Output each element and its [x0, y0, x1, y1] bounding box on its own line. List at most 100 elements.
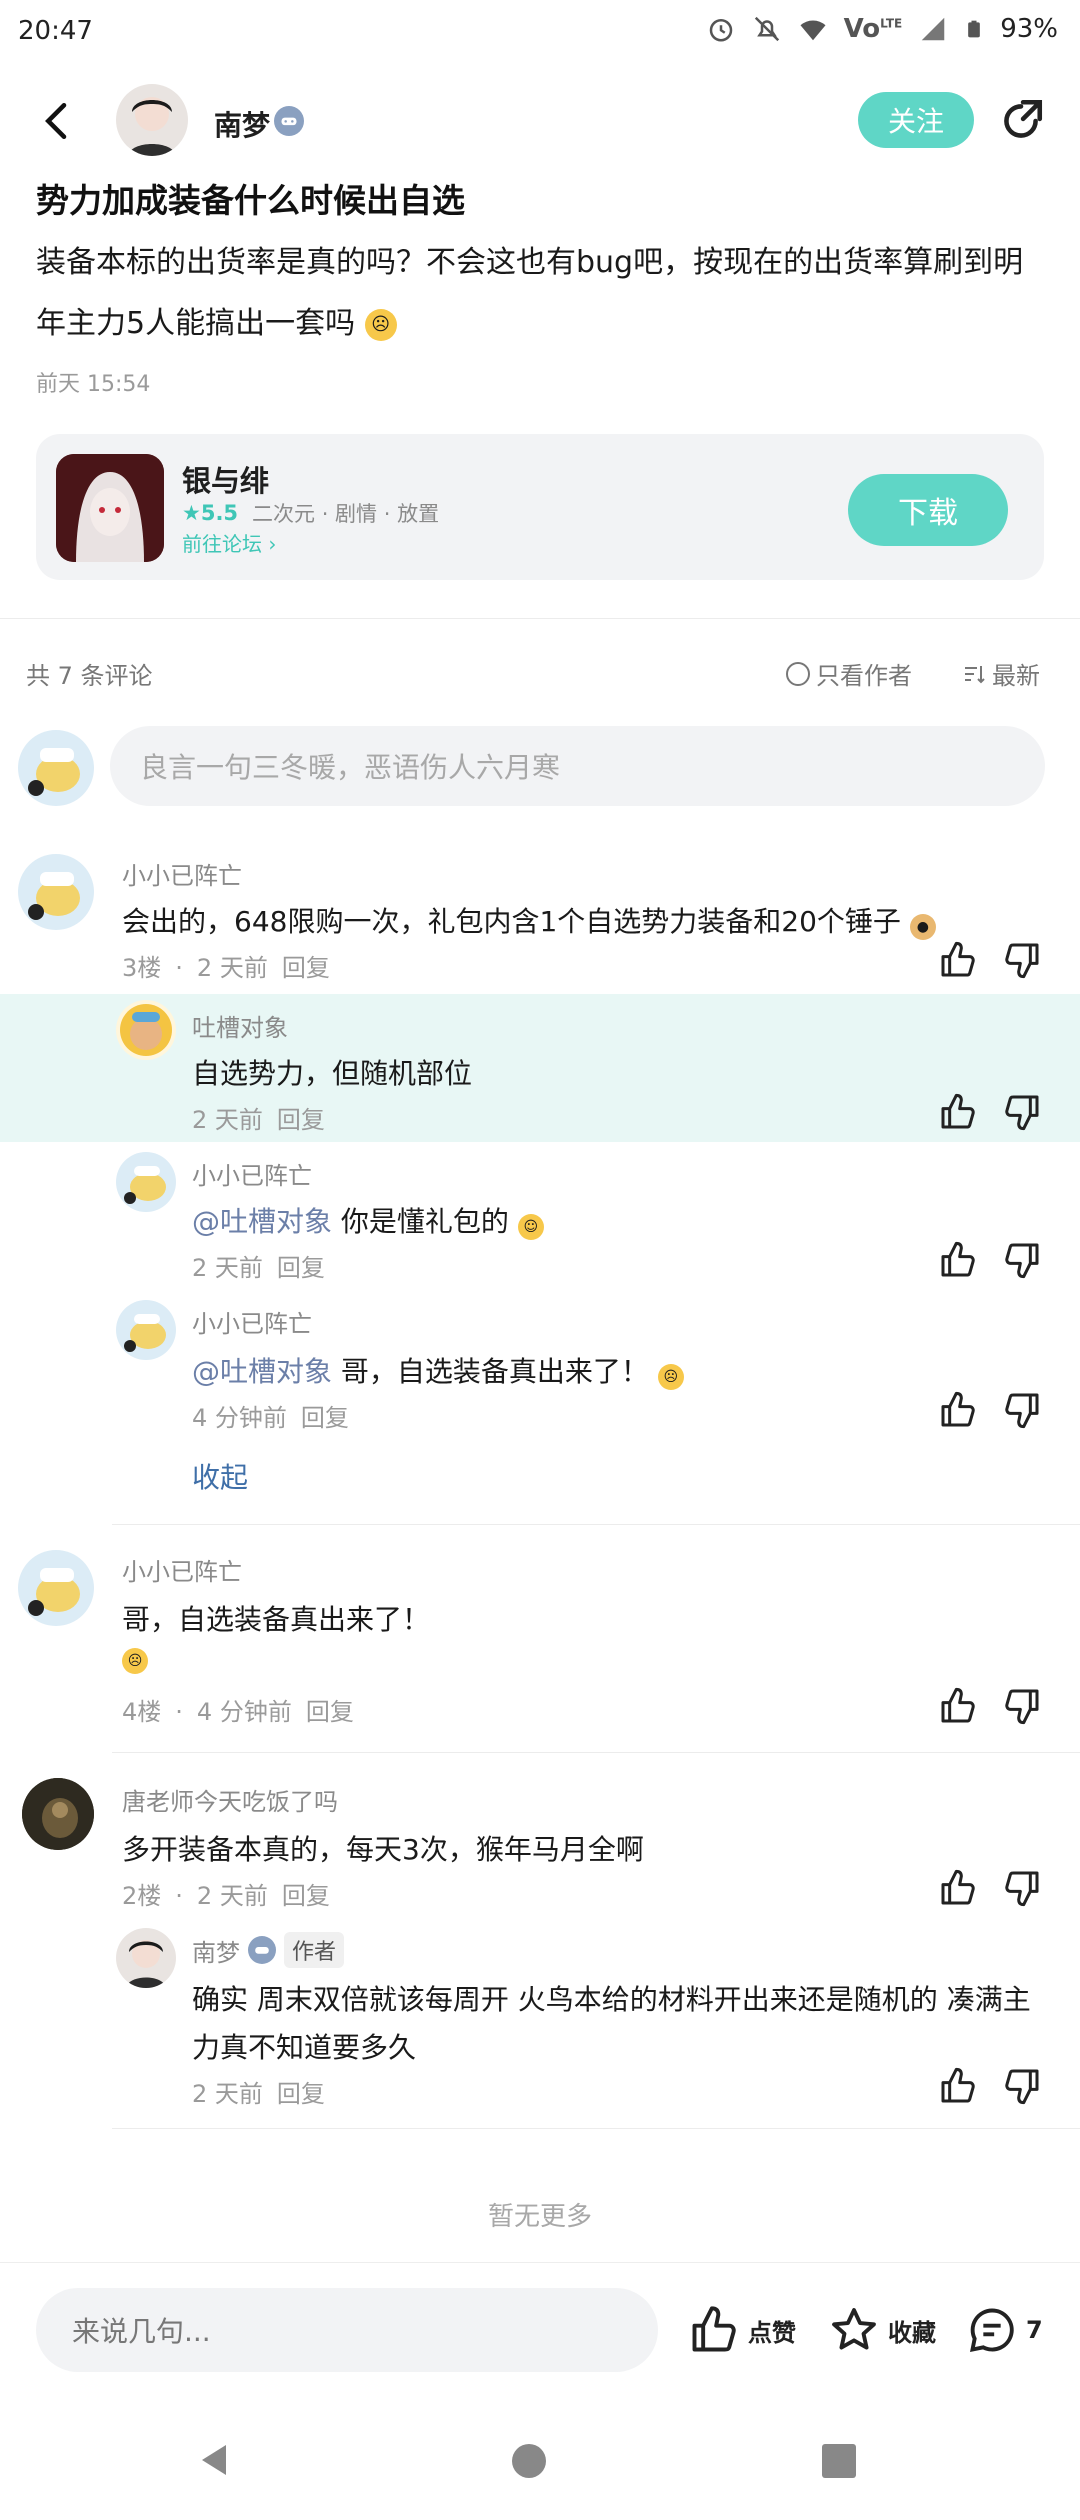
reply-button[interactable]: 回复: [301, 1404, 349, 1432]
thumb-up-icon[interactable]: [938, 1868, 978, 1908]
gamepad-icon: [274, 106, 304, 136]
user-avatar: [18, 730, 94, 806]
game-name: 银与绯: [182, 464, 270, 498]
post-body: 装备本标的出货率是真的吗？不会这也有bug吧，按现在的出货率算刷到明年主力5人能…: [36, 245, 1024, 341]
gamepad-icon: [248, 1936, 276, 1964]
post-title: 势力加成装备什么时候出自选: [36, 181, 465, 220]
comment-text: 多开装备本真的，每天3次，猴年马月全啊: [122, 1833, 644, 1866]
share-icon[interactable]: [996, 96, 1046, 146]
reply-button[interactable]: 回复: [277, 2080, 325, 2108]
author-tag: 作者: [284, 1932, 345, 1968]
thumb-down-icon[interactable]: [1002, 1686, 1042, 1726]
collapse-button[interactable]: 收起: [192, 1456, 248, 1496]
reply-avatar[interactable]: [116, 1152, 176, 1212]
radio-icon: [786, 661, 810, 686]
bottom-comment-input[interactable]: 来说几句...: [36, 2288, 658, 2372]
reply-button[interactable]: 回复: [306, 1698, 354, 1726]
comment-divider: [112, 2128, 1080, 2129]
reply-meta: 2 天前 回复: [192, 1106, 325, 1134]
forum-link[interactable]: 前往论坛 ›: [182, 528, 276, 557]
mute-icon: [754, 16, 779, 42]
reply-button[interactable]: 回复: [282, 954, 330, 982]
thumb-down-icon[interactable]: [1002, 1390, 1042, 1430]
comment-divider: [112, 1524, 1080, 1525]
follow-button[interactable]: 关注: [858, 92, 974, 148]
favorite-button[interactable]: 收藏: [828, 2304, 936, 2356]
back-icon[interactable]: [36, 96, 78, 146]
comment-meta: 4楼 · 4 分钟前 回复: [122, 1698, 354, 1726]
reply-author-row: 南梦 作者: [192, 1932, 345, 1968]
reply-button[interactable]: 回复: [277, 1106, 325, 1134]
comments-button[interactable]: 7: [966, 2304, 1043, 2356]
no-more-text: 暂无更多: [487, 2202, 592, 2232]
reply-button[interactable]: 回复: [282, 1882, 330, 1910]
nav-home-icon[interactable]: [512, 2444, 546, 2478]
game-tags: 二次元 · 剧情 · 放置: [252, 502, 440, 526]
thumb-up-icon[interactable]: [938, 940, 978, 980]
thumb-up-icon[interactable]: [938, 1390, 978, 1430]
commenter-avatar[interactable]: [18, 854, 94, 930]
wifi-icon: [800, 20, 826, 41]
reply-text: @吐槽对象 哥，自选装备真出来了！ ☹: [192, 1350, 684, 1390]
download-button[interactable]: 下载: [848, 474, 1008, 546]
thumb-up-icon: [692, 2306, 736, 2352]
author-name[interactable]: 南梦: [214, 104, 270, 144]
comment-icon: [970, 2308, 1014, 2352]
reply-avatar[interactable]: [116, 1928, 176, 1988]
reply-button[interactable]: 回复: [277, 1254, 325, 1282]
status-icons: VoLTE 93%: [706, 14, 1058, 44]
commenter-avatar[interactable]: [22, 1778, 94, 1850]
thumb-down-icon[interactable]: [1002, 940, 1042, 980]
reply-meta: 4 分钟前 回复: [192, 1404, 349, 1432]
like-button[interactable]: 点赞: [688, 2304, 796, 2356]
emoji-icon: ☹: [364, 308, 397, 341]
mention-link[interactable]: @吐槽对象: [192, 1205, 332, 1238]
signal-icon: [921, 17, 945, 41]
thumb-up-icon[interactable]: [938, 1092, 978, 1132]
comment-author[interactable]: 唐老师今天吃饭了吗: [122, 1782, 338, 1817]
reply-author[interactable]: 小小已阵亡: [192, 1156, 312, 1191]
reply-avatar[interactable]: [116, 1300, 176, 1360]
thumb-up-icon[interactable]: [938, 2066, 978, 2106]
status-bar: 20:47 VoLTE 93%: [0, 0, 1080, 66]
comment-author[interactable]: 小小已阵亡: [122, 1552, 242, 1587]
comment-count: 共 7 条评论: [26, 662, 153, 690]
thumb-up-icon[interactable]: [938, 1240, 978, 1280]
reply-avatar[interactable]: [116, 1000, 176, 1060]
reply-meta: 2 天前 回复: [192, 2080, 325, 2108]
alarm-icon: [709, 19, 732, 42]
reply-author[interactable]: 南梦: [192, 1933, 240, 1968]
thumb-down-icon[interactable]: [1002, 1092, 1042, 1132]
game-icon[interactable]: [56, 454, 164, 562]
mention-link[interactable]: @吐槽对象: [192, 1355, 332, 1388]
thumb-down-icon[interactable]: [1002, 1240, 1042, 1280]
post-time: 前天 15:54: [36, 372, 151, 397]
nav-recents-icon[interactable]: [822, 2444, 856, 2478]
reply-text: @吐槽对象 你是懂礼包的 ☺: [192, 1200, 544, 1240]
comment-meta: 3楼 · 2 天前 回复: [122, 954, 330, 982]
cookie-emoji-icon: ●: [909, 914, 936, 940]
battery-icon: [968, 20, 981, 38]
comment-text: 哥，自选装备真出来了！: [122, 1603, 431, 1636]
comment-input[interactable]: 良言一句三冬暖，恶语伤人六月寒: [110, 726, 1045, 806]
comment-divider: [112, 1752, 1080, 1753]
commenter-avatar[interactable]: [18, 1550, 94, 1626]
status-time: 20:47: [18, 16, 93, 46]
game-meta: ★5.5 二次元 · 剧情 · 放置: [182, 498, 439, 528]
sort-button[interactable]: 最新: [962, 656, 1040, 691]
game-rating: ★5.5: [182, 501, 239, 525]
thumb-up-icon[interactable]: [938, 1686, 978, 1726]
sort-icon: [965, 665, 985, 683]
reply-text: 确实 周末双倍就该每周开 火鸟本给的材料开出来还是随机的 凑满主力真不知道要多久: [192, 1983, 1031, 2064]
author-avatar[interactable]: [116, 84, 188, 156]
battery-percent: 93%: [1000, 14, 1058, 44]
reply-author[interactable]: 小小已阵亡: [192, 1304, 312, 1339]
thumb-down-icon[interactable]: [1002, 2066, 1042, 2106]
thumb-down-icon[interactable]: [1002, 1868, 1042, 1908]
comment-author[interactable]: 小小已阵亡: [122, 856, 242, 891]
reply-text: 自选势力，但随机部位: [192, 1057, 473, 1090]
nav-back-icon[interactable]: [196, 2440, 232, 2480]
only-author-toggle[interactable]: 只看作者: [786, 656, 912, 691]
reply-author[interactable]: 吐槽对象: [192, 1008, 288, 1043]
comment-meta: 2楼 · 2 天前 回复: [122, 1882, 330, 1910]
